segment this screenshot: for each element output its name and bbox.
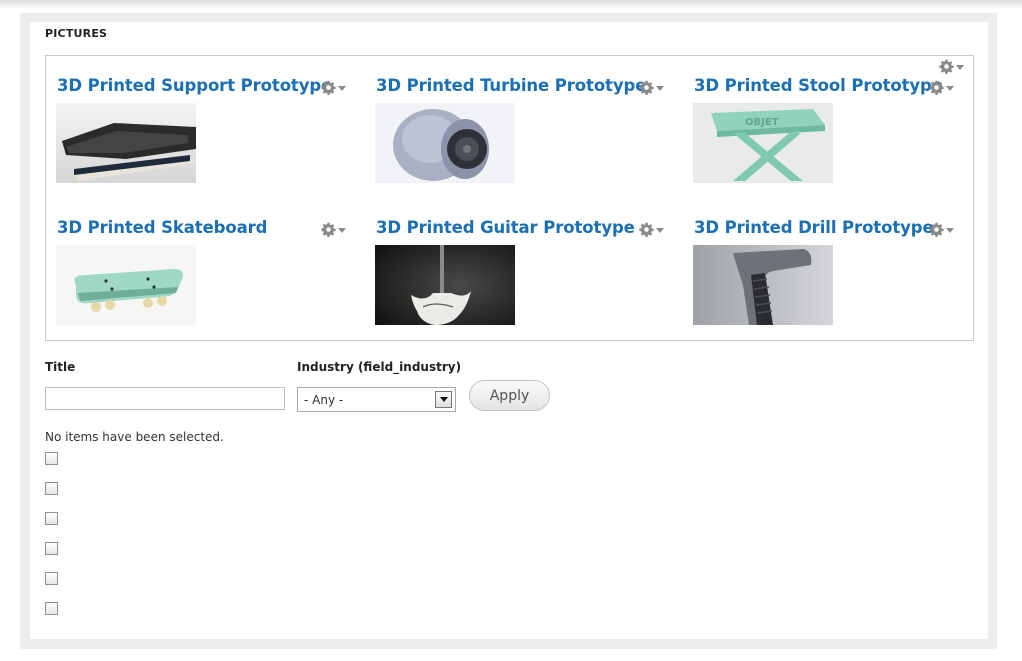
chevron-down-icon bbox=[956, 65, 964, 70]
chevron-down-icon bbox=[439, 397, 448, 402]
item-title-link[interactable]: 3D Printed Stool Prototype bbox=[694, 76, 943, 95]
item-title-link[interactable]: 3D Printed Turbine Prototype bbox=[376, 76, 646, 95]
gear-icon bbox=[929, 80, 944, 95]
picture-gallery: 3D Printed Support Prototype 3D Printed … bbox=[45, 55, 974, 341]
industry-select[interactable]: - Any - bbox=[297, 387, 456, 412]
row-checkbox[interactable] bbox=[45, 482, 58, 495]
chevron-down-icon bbox=[946, 228, 954, 233]
industry-filter-label: Industry (field_industry) bbox=[297, 360, 462, 374]
dropdown-arrow-button[interactable] bbox=[435, 391, 452, 408]
chevron-down-icon bbox=[946, 86, 954, 91]
item-settings-button[interactable] bbox=[639, 222, 664, 237]
item-settings-button[interactable] bbox=[321, 222, 346, 237]
row-checkbox[interactable] bbox=[45, 452, 58, 465]
svg-text:OBJET: OBJET bbox=[745, 117, 779, 128]
industry-select-value: - Any - bbox=[304, 392, 344, 407]
chevron-down-icon bbox=[338, 228, 346, 233]
gear-icon bbox=[321, 80, 336, 95]
item-title-link[interactable]: 3D Printed Support Prototype bbox=[57, 76, 332, 95]
row-checkbox[interactable] bbox=[45, 572, 58, 585]
gallery-item: 3D Printed Guitar Prototype bbox=[375, 218, 676, 348]
chevron-down-icon bbox=[338, 86, 346, 91]
gear-icon bbox=[929, 222, 944, 237]
selection-status: No items have been selected. bbox=[45, 430, 224, 444]
chevron-down-icon bbox=[656, 228, 664, 233]
keyboard-wrist-rest-image[interactable] bbox=[56, 103, 196, 183]
item-title-link[interactable]: 3D Printed Guitar Prototype bbox=[376, 218, 635, 237]
gear-icon bbox=[639, 222, 654, 237]
title-filter-input[interactable] bbox=[45, 387, 285, 410]
item-settings-button[interactable] bbox=[929, 80, 954, 95]
row-checkbox[interactable] bbox=[45, 512, 58, 525]
item-settings-button[interactable] bbox=[929, 222, 954, 237]
gallery-item: 3D Printed Turbine Prototype bbox=[375, 76, 676, 206]
gear-icon bbox=[321, 222, 336, 237]
gallery-item: 3D Printed Skateboard bbox=[56, 218, 357, 348]
item-settings-button[interactable] bbox=[639, 80, 664, 95]
gallery-item: 3D Printed Stool Prototype OBJET bbox=[693, 76, 994, 206]
section-title: PICTURES bbox=[45, 27, 108, 40]
gallery-item: 3D Printed Support Prototype bbox=[56, 76, 357, 206]
item-settings-button[interactable] bbox=[321, 80, 346, 95]
drill-image[interactable] bbox=[693, 245, 833, 325]
guitar-image[interactable] bbox=[375, 245, 515, 325]
item-title-link[interactable]: 3D Printed Skateboard bbox=[57, 218, 267, 237]
row-checkbox[interactable] bbox=[45, 542, 58, 555]
turbine-image[interactable] bbox=[375, 103, 515, 183]
gear-icon bbox=[639, 80, 654, 95]
view-settings-button[interactable] bbox=[939, 59, 964, 74]
row-checkbox[interactable] bbox=[45, 602, 58, 615]
skateboard-image[interactable] bbox=[56, 245, 196, 325]
apply-button[interactable]: Apply bbox=[469, 380, 550, 411]
item-title-link[interactable]: 3D Printed Drill Prototype bbox=[694, 218, 934, 237]
gallery-item: 3D Printed Drill Prototype bbox=[693, 218, 994, 348]
title-filter-label: Title bbox=[45, 360, 76, 374]
chevron-down-icon bbox=[656, 86, 664, 91]
gear-icon bbox=[939, 59, 954, 74]
top-shadow bbox=[0, 0, 1022, 10]
stool-image[interactable]: OBJET bbox=[693, 103, 833, 183]
